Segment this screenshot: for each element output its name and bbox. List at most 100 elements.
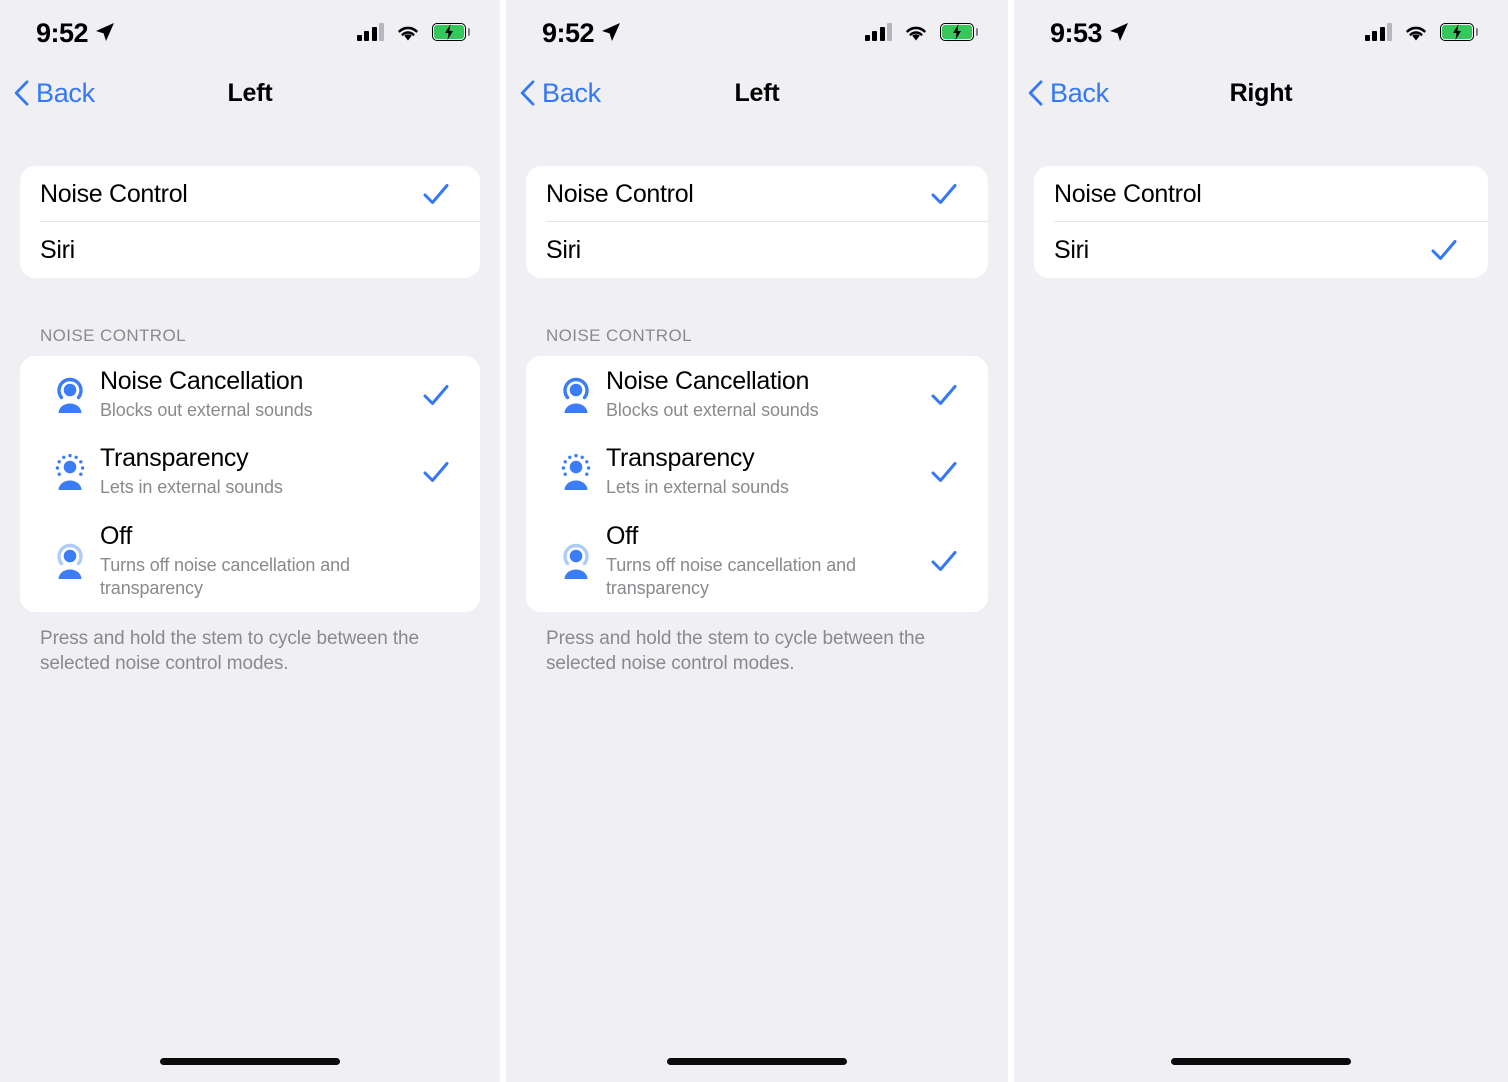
list-item-noise-control[interactable]: Noise Control xyxy=(1034,166,1488,222)
back-button[interactable]: Back xyxy=(520,77,601,108)
press-hold-action-card: Noise Control Siri xyxy=(526,166,988,278)
option-title: Noise Cancellation xyxy=(100,367,304,395)
row-label: Siri xyxy=(1054,236,1089,264)
status-bar: 9:52 xyxy=(0,0,500,64)
noise-cancellation-icon xyxy=(546,374,606,416)
location-arrow-icon xyxy=(1110,23,1129,41)
status-bar-right xyxy=(356,23,470,42)
nav-bar: Back Right xyxy=(1014,64,1508,122)
option-text: Transparency Lets in external sounds xyxy=(100,433,422,510)
list-item-off[interactable]: Off Turns off noise cancellation and tra… xyxy=(526,511,988,612)
checkmark-icon xyxy=(931,184,957,204)
option-subtitle: Turns off noise cancellation and transpa… xyxy=(100,554,350,599)
chevron-left-icon xyxy=(14,80,29,106)
list-item-siri[interactable]: Siri xyxy=(526,222,988,278)
back-label: Back xyxy=(542,77,601,108)
list-item-siri[interactable]: Siri xyxy=(1034,222,1488,278)
phone-screen-left-2: 9:52 Back Left Noise Control Siri NOISE … xyxy=(506,0,1008,1082)
wifi-icon xyxy=(906,26,926,40)
option-title: Transparency xyxy=(606,444,755,473)
status-time: 9:52 xyxy=(36,17,89,48)
list-item-noise-cancellation[interactable]: Noise Cancellation Blocks out external s… xyxy=(20,356,480,433)
option-subtitle: Lets in external sounds xyxy=(606,477,789,498)
transparency-icon xyxy=(40,451,100,493)
option-title: Off xyxy=(606,521,638,550)
cellular-bars-icon xyxy=(1364,23,1392,41)
checkmark-icon xyxy=(423,184,449,204)
checkmark-icon xyxy=(931,551,957,572)
list-item-off[interactable]: Off Turns off noise cancellation and tra… xyxy=(20,511,480,612)
list-item-noise-control[interactable]: Noise Control xyxy=(526,166,988,222)
wifi-icon xyxy=(1406,26,1426,40)
nav-bar: Back Left xyxy=(506,64,1008,122)
back-button[interactable]: Back xyxy=(14,77,95,108)
option-text: Transparency Lets in external sounds xyxy=(606,433,930,510)
checkmark-icon xyxy=(423,384,449,405)
checkmark-icon xyxy=(931,462,957,483)
option-subtitle: Turns off noise cancellation and transpa… xyxy=(606,554,856,599)
option-text: Noise Cancellation Blocks out external s… xyxy=(100,356,422,433)
press-hold-action-card: Noise Control Siri xyxy=(20,166,480,278)
location-arrow-icon xyxy=(96,23,115,41)
option-subtitle: Lets in external sounds xyxy=(100,477,283,498)
checkmark-icon xyxy=(931,384,957,405)
home-indicator[interactable] xyxy=(667,1058,847,1065)
list-item-noise-cancellation[interactable]: Noise Cancellation Blocks out external s… xyxy=(526,356,988,433)
chevron-left-icon xyxy=(1028,80,1043,106)
status-time: 9:52 xyxy=(542,17,595,48)
noise-off-icon xyxy=(546,540,606,582)
option-subtitle: Blocks out external sounds xyxy=(100,400,313,420)
checkmark-icon xyxy=(1431,240,1457,260)
row-label: Noise Control xyxy=(1054,180,1202,208)
location-arrow-icon xyxy=(602,23,621,41)
noise-control-card: Noise Cancellation Blocks out external s… xyxy=(526,356,988,612)
status-bar-left: 9:52 xyxy=(36,18,115,47)
status-bar-right xyxy=(864,23,978,42)
cellular-bars-icon xyxy=(864,23,892,41)
section-header-noise-control: NOISE CONTROL xyxy=(546,326,692,345)
list-item-transparency[interactable]: Transparency Lets in external sounds xyxy=(526,433,988,510)
row-label: Siri xyxy=(546,236,581,264)
wifi-icon xyxy=(398,26,418,40)
row-label: Siri xyxy=(40,236,75,264)
press-hold-action-card: Noise Control Siri xyxy=(1034,166,1488,278)
battery-charging-icon xyxy=(432,23,470,41)
status-bar-left: 9:52 xyxy=(542,18,621,47)
status-bar-right xyxy=(1364,23,1478,42)
battery-charging-icon xyxy=(1440,23,1478,41)
list-item-transparency[interactable]: Transparency Lets in external sounds xyxy=(20,433,480,510)
row-label: Noise Control xyxy=(546,180,694,208)
noise-control-footnote: Press and hold the stem to cycle between… xyxy=(546,627,925,675)
nav-bar: Back Left xyxy=(0,64,500,122)
screenshot-strip: 9:52 Back Left Noise Control Siri NOISE … xyxy=(0,0,1508,1082)
battery-charging-icon xyxy=(940,23,978,41)
noise-cancellation-icon xyxy=(40,374,100,416)
status-bar: 9:52 xyxy=(506,0,1008,64)
back-label: Back xyxy=(36,77,95,108)
home-indicator[interactable] xyxy=(1171,1058,1351,1065)
back-button[interactable]: Back xyxy=(1028,77,1109,108)
cellular-bars-icon xyxy=(356,23,384,41)
status-bar-left: 9:53 xyxy=(1050,18,1129,47)
list-item-noise-control[interactable]: Noise Control xyxy=(20,166,480,222)
option-subtitle: Blocks out external sounds xyxy=(606,400,819,420)
option-title: Off xyxy=(100,521,132,550)
status-time: 9:53 xyxy=(1050,17,1103,48)
noise-control-card: Noise Cancellation Blocks out external s… xyxy=(20,356,480,612)
option-title: Transparency xyxy=(100,444,249,473)
option-title: Noise Cancellation xyxy=(606,367,810,395)
checkmark-icon xyxy=(423,462,449,483)
back-label: Back xyxy=(1050,77,1109,108)
option-text: Off Turns off noise cancellation and tra… xyxy=(100,511,422,612)
section-header-noise-control: NOISE CONTROL xyxy=(40,326,186,345)
home-indicator[interactable] xyxy=(160,1058,340,1065)
noise-control-footnote: Press and hold the stem to cycle between… xyxy=(40,627,419,675)
noise-off-icon xyxy=(40,540,100,582)
list-item-siri[interactable]: Siri xyxy=(20,222,480,278)
option-text: Noise Cancellation Blocks out external s… xyxy=(606,356,930,433)
option-text: Off Turns off noise cancellation and tra… xyxy=(606,511,930,612)
phone-screen-right: 9:53 Back Right Noise Control Siri xyxy=(1014,0,1508,1082)
phone-screen-left-1: 9:52 Back Left Noise Control Siri NOISE … xyxy=(0,0,500,1082)
row-label: Noise Control xyxy=(40,180,188,208)
transparency-icon xyxy=(546,451,606,493)
